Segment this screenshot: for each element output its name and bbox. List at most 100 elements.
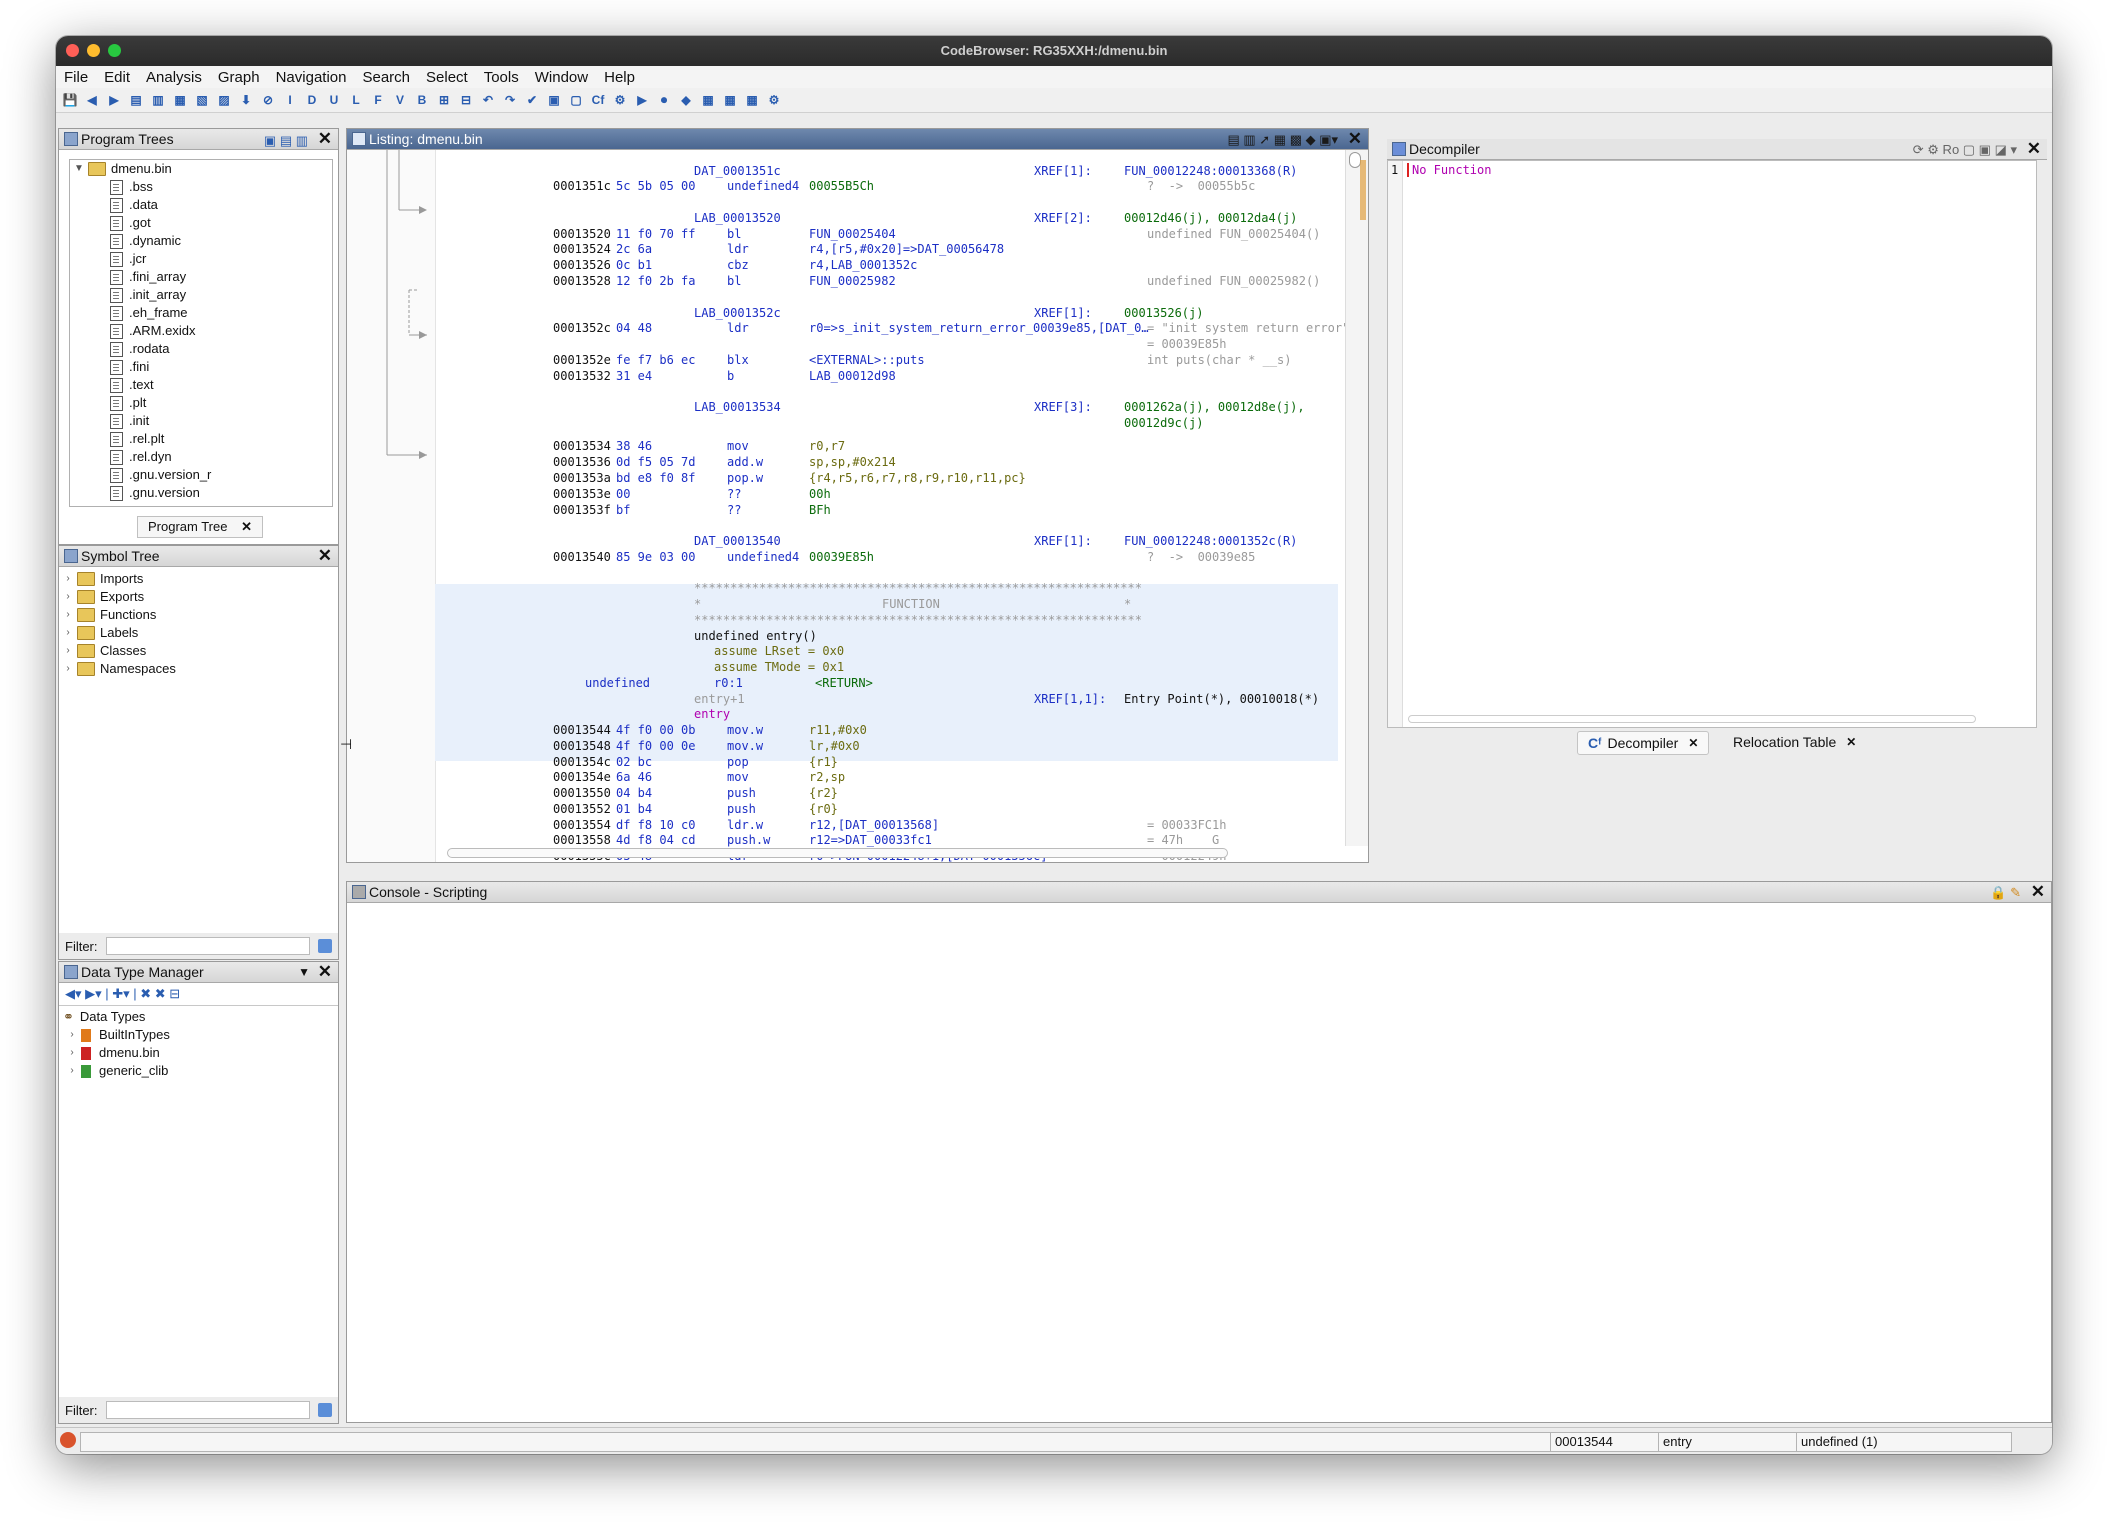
listing-text[interactable]: ldr: [727, 321, 749, 335]
program-tree-item[interactable]: .jcr: [70, 250, 332, 268]
listing-text[interactable]: assume TMode = 0x1: [714, 660, 844, 674]
listing-text[interactable]: int puts(char * __s): [1147, 353, 1292, 367]
listing-text[interactable]: {r1}: [809, 755, 838, 769]
data-type-archive-item[interactable]: › generic_clib: [63, 1062, 334, 1080]
splitter-handle-icon[interactable]: ⊣: [340, 736, 352, 753]
chevron-right-icon[interactable]: ›: [67, 1026, 77, 1044]
toolbar-icon-0[interactable]: 💾: [62, 92, 78, 108]
toolbar-icon-16[interactable]: B: [414, 92, 430, 108]
toolbar-icon-12[interactable]: U: [326, 92, 342, 108]
toolbar-icon-30[interactable]: ▦: [722, 92, 738, 108]
listing-text[interactable]: FUN_00012248:00013368(R): [1124, 164, 1297, 178]
listing-text[interactable]: r11,#0x0: [809, 723, 867, 737]
symbol-tree-item-exports[interactable]: › Exports: [63, 588, 334, 606]
listing-text[interactable]: 00013524: [553, 242, 611, 256]
listing-text[interactable]: 0001354e: [553, 770, 611, 784]
listing-text[interactable]: 00013558: [553, 833, 611, 847]
listing-text[interactable]: r0,r7: [809, 439, 845, 453]
listing-text[interactable]: <RETURN>: [815, 676, 873, 690]
listing-text[interactable]: = 00039E85h: [1147, 337, 1226, 351]
toolbar-icon-5[interactable]: ▦: [172, 92, 188, 108]
chevron-right-icon[interactable]: ›: [67, 1044, 77, 1062]
program-tree-item[interactable]: .gnu.version: [70, 484, 332, 502]
listing-text[interactable]: ldr: [727, 242, 749, 256]
listing-text[interactable]: 00013526(j): [1124, 306, 1203, 320]
listing-text[interactable]: 00013536: [553, 455, 611, 469]
listing-text[interactable]: {r2}: [809, 786, 838, 800]
listing-text[interactable]: 00013552: [553, 802, 611, 816]
tab-relocation-table[interactable]: Relocation Table ✕: [1723, 731, 1866, 753]
listing-text[interactable]: bd e8 f0 8f: [616, 471, 695, 485]
listing-text[interactable]: r2,sp: [809, 770, 845, 784]
toolbar-icon-8[interactable]: ⬇: [238, 92, 254, 108]
decompiler-toolbar-icons[interactable]: ⟳ ⚙ Ro ▢ ▣ ◪ ▾: [1913, 140, 2017, 160]
listing-text[interactable]: 0001354c: [553, 755, 611, 769]
toolbar-icon-4[interactable]: ▥: [150, 92, 166, 108]
listing-text[interactable]: 4f f0 00 0e: [616, 739, 695, 753]
listing-text[interactable]: cbz: [727, 258, 749, 272]
decompiler-view[interactable]: 1 No Function: [1387, 160, 2037, 728]
listing-text[interactable]: Entry Point(*), 00010018(*): [1124, 692, 1319, 706]
program-tree-tab[interactable]: Program Tree ✕: [137, 516, 264, 538]
listing-text[interactable]: XREF[3]:: [1034, 400, 1092, 414]
listing-text[interactable]: FUNCTION: [882, 597, 940, 611]
toolbar-icon-18[interactable]: ⊟: [458, 92, 474, 108]
menu-window[interactable]: Window: [535, 69, 588, 86]
program-tree-item[interactable]: .bss: [70, 178, 332, 196]
listing-text[interactable]: ****************************************…: [694, 581, 1142, 595]
toolbar-icon-22[interactable]: ▣: [546, 92, 562, 108]
listing-text[interactable]: DAT_0001351c: [694, 164, 781, 178]
listing-text[interactable]: 00013534: [553, 439, 611, 453]
listing-text[interactable]: blx: [727, 353, 749, 367]
listing-text[interactable]: LAB_00013534: [694, 400, 781, 414]
listing-text[interactable]: df f8 10 c0: [616, 818, 695, 832]
data-type-archive-item[interactable]: › BuiltInTypes: [63, 1026, 334, 1044]
listing-text[interactable]: r4,LAB_0001352c: [809, 258, 917, 272]
program-tree-item[interactable]: .rodata: [70, 340, 332, 358]
menu-help[interactable]: Help: [604, 69, 635, 86]
listing-text[interactable]: 01 b4: [616, 802, 652, 816]
tab-decompiler[interactable]: Cᶠ Decompiler ✕: [1577, 731, 1710, 755]
program-tree-item[interactable]: .rel.dyn: [70, 448, 332, 466]
listing-text[interactable]: r4,[r5,#0x20]=>DAT_00056478: [809, 242, 1004, 256]
toolbar-icon-3[interactable]: ▤: [128, 92, 144, 108]
listing-text[interactable]: 00013548: [553, 739, 611, 753]
symbol-tree-item-labels[interactable]: › Labels: [63, 624, 334, 642]
tree-root[interactable]: ▼ dmenu.bin: [70, 160, 332, 178]
listing-text[interactable]: 0001352c: [553, 321, 611, 335]
toolbar-icon-19[interactable]: ↶: [480, 92, 496, 108]
chevron-right-icon[interactable]: ›: [63, 588, 73, 606]
listing-text[interactable]: = 47h G: [1147, 833, 1219, 847]
menu-search[interactable]: Search: [362, 69, 410, 86]
listing-text[interactable]: 0001351c: [553, 179, 611, 193]
listing-text[interactable]: r0:1: [714, 676, 743, 690]
listing-text[interactable]: 00055B5Ch: [809, 179, 874, 193]
listing-text[interactable]: bl: [727, 227, 741, 241]
listing-text[interactable]: ? -> 00039e85: [1147, 550, 1255, 564]
listing-text[interactable]: 0c b1: [616, 258, 652, 272]
listing-text[interactable]: 5c 5b 05 00: [616, 179, 695, 193]
listing-text[interactable]: 04 48: [616, 321, 652, 335]
toolbar-icon-2[interactable]: ▶: [106, 92, 122, 108]
listing-horizontal-scrollbar[interactable]: [447, 848, 1228, 858]
listing-text[interactable]: push: [727, 786, 756, 800]
program-tree-item[interactable]: .gnu.version_r: [70, 466, 332, 484]
listing-text[interactable]: 00013540: [553, 550, 611, 564]
listing-text[interactable]: undefined entry(): [694, 629, 817, 643]
toolbar-icon-15[interactable]: V: [392, 92, 408, 108]
program-tree-item[interactable]: .ARM.exidx: [70, 322, 332, 340]
menu-file[interactable]: File: [64, 69, 88, 86]
listing-text[interactable]: *: [1124, 597, 1131, 611]
listing-text[interactable]: 04 b4: [616, 786, 652, 800]
listing-text[interactable]: LAB_00013520: [694, 211, 781, 225]
toolbar-icon-26[interactable]: ▶: [634, 92, 650, 108]
listing-text[interactable]: XREF[2]:: [1034, 211, 1092, 225]
listing-text[interactable]: 11 f0 70 ff: [616, 227, 695, 241]
listing-text[interactable]: FUN_00012248:0001352c(R): [1124, 534, 1297, 548]
close-icon[interactable]: ✕: [2031, 882, 2045, 902]
console-output[interactable]: [347, 903, 2051, 1422]
listing-text[interactable]: push: [727, 802, 756, 816]
minimize-window-button[interactable]: [87, 44, 100, 57]
toolbar-icon-23[interactable]: ▢: [568, 92, 584, 108]
chevron-right-icon[interactable]: ›: [63, 624, 73, 642]
